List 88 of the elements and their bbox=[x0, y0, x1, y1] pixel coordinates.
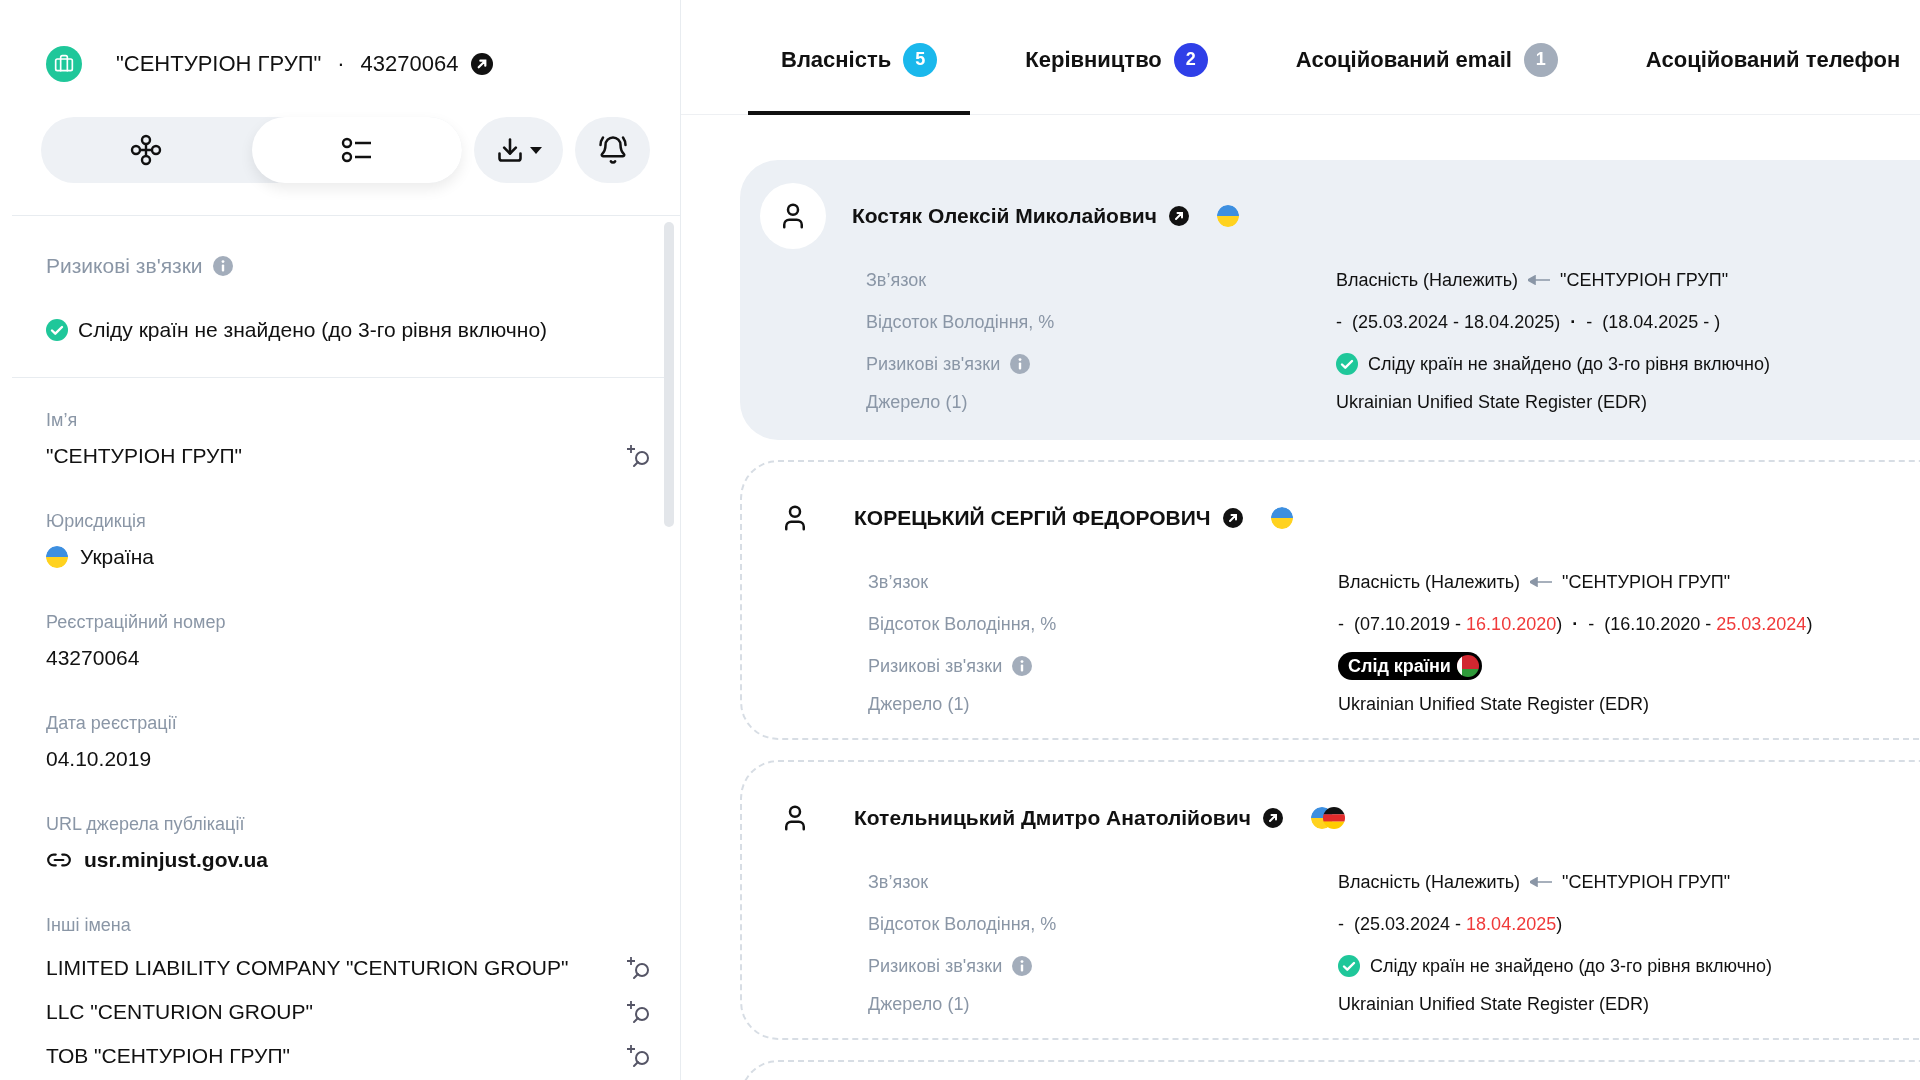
source-value: Ukrainian Unified State Register (EDR) bbox=[1336, 392, 1649, 413]
check-circle-icon bbox=[1338, 955, 1360, 977]
risk-status-text: Сліду країн не знайдено (до 3-го рівня включно) bbox=[1370, 955, 1773, 977]
row-label: Ризикові зв'язки bbox=[868, 955, 1003, 977]
title-separator: · bbox=[337, 50, 345, 77]
flag-icon bbox=[1322, 807, 1345, 829]
row-label: Джерело (1) bbox=[866, 392, 969, 413]
tab[interactable]: Керівництво 2 bbox=[992, 0, 1241, 115]
tab-count-badge: 1 bbox=[1523, 42, 1558, 77]
field-value: 04.10.2019 bbox=[46, 747, 153, 771]
ownership-period: - (25.03.2024 - 18.04.2025) bbox=[1336, 311, 1561, 333]
person-name: Костяк Олексій Миколайович bbox=[852, 204, 1157, 228]
relation-target: "СЕНТУРІОН ГРУП" bbox=[1562, 871, 1731, 893]
row-label: Відсоток Володіння, % bbox=[868, 613, 1058, 635]
field-value: "СЕНТУРІОН ГРУП" bbox=[46, 444, 243, 468]
relation-target: "СЕНТУРІОН ГРУП" bbox=[1560, 269, 1729, 291]
ownership-period: - (07.10.2019 - 16.10.2020) bbox=[1338, 613, 1563, 635]
flag-icon bbox=[46, 546, 68, 568]
ownership-period: - (18.04.2025 - ) bbox=[1586, 311, 1721, 333]
external-link-icon[interactable] bbox=[1168, 206, 1189, 226]
field-label: Юрисдикція bbox=[46, 511, 147, 532]
arrow-left-icon bbox=[1530, 577, 1553, 587]
field-label: Реєстраційний номер bbox=[46, 612, 227, 633]
row-label: Джерело (1) bbox=[868, 694, 971, 715]
field-label: Дата реєстрації bbox=[46, 713, 178, 734]
row-label: Зв’язок bbox=[868, 571, 930, 593]
other-name: LIMITED LIABILITY COMPANY "CENTURION GROUP" bbox=[46, 956, 570, 980]
download-icon bbox=[495, 136, 524, 164]
company-title: "СЕНТУРІОН ГРУП" bbox=[116, 50, 322, 77]
tab-count-badge: 2 bbox=[1173, 42, 1208, 77]
briefcase-icon bbox=[54, 53, 74, 74]
field-value: Україна bbox=[80, 545, 156, 569]
info-icon bbox=[1012, 956, 1033, 976]
country-trace-badge[interactable]: Слід країни bbox=[1338, 652, 1482, 680]
risk-status-text: Сліду країн не знайдено (до 3-го рівня включно) bbox=[1368, 353, 1771, 375]
external-link-icon[interactable] bbox=[1262, 808, 1283, 828]
field-value: 43270064 bbox=[46, 646, 141, 670]
search-add-icon[interactable] bbox=[626, 999, 652, 1025]
person-name: Котельницький Дмитро Анатолійович bbox=[854, 806, 1251, 830]
other-name: ТОВ "СЕНТУРІОН ГРУП" bbox=[46, 1044, 291, 1068]
info-icon bbox=[212, 256, 233, 276]
check-circle-icon bbox=[46, 319, 68, 341]
row-label: Ризикові зв'язки bbox=[868, 655, 1003, 677]
caret-icon bbox=[529, 146, 542, 154]
row-label: Зв’язок bbox=[868, 871, 930, 893]
flag-icon bbox=[1270, 507, 1293, 529]
person-name: КОРЕЦЬКИЙ СЕРГІЙ ФЕДОРОВИЧ bbox=[854, 506, 1211, 530]
info-icon bbox=[1010, 354, 1031, 374]
relation-target: "СЕНТУРІОН ГРУП" bbox=[1562, 571, 1731, 593]
tab[interactable]: Власність 5 bbox=[748, 0, 971, 115]
source-value: Ukrainian Unified State Register (EDR) bbox=[1338, 994, 1651, 1015]
field-label: Ім’я bbox=[46, 410, 79, 431]
period-separator: · bbox=[1572, 613, 1579, 635]
search-add-icon[interactable] bbox=[626, 1043, 652, 1069]
row-label: Зв’язок bbox=[866, 269, 928, 291]
company-code: 43270064 bbox=[360, 50, 459, 77]
flag-icon bbox=[1456, 655, 1479, 677]
relation-value: Власність (Належить) bbox=[1336, 269, 1519, 291]
tab[interactable]: Асоційований email 1 bbox=[1262, 0, 1591, 115]
external-link-icon[interactable] bbox=[470, 52, 493, 75]
row-label: Джерело (1) bbox=[868, 994, 971, 1015]
row-label: Відсоток Володіння, % bbox=[866, 311, 1056, 333]
field-label: URL джерела публікації bbox=[46, 814, 246, 835]
search-add-icon[interactable] bbox=[626, 443, 652, 469]
flag-icon bbox=[1216, 205, 1239, 227]
period-separator: · bbox=[1570, 311, 1577, 333]
row-label: Відсоток Володіння, % bbox=[868, 913, 1058, 935]
risk-label: Ризикові зв'язки bbox=[46, 254, 203, 278]
info-icon bbox=[1012, 656, 1033, 676]
arrow-left-icon bbox=[1530, 877, 1553, 887]
source-link[interactable]: usr.minjust.gov.ua bbox=[84, 848, 268, 872]
source-value: Ukrainian Unified State Register (EDR) bbox=[1338, 694, 1651, 715]
relation-value: Власність (Належить) bbox=[1338, 871, 1521, 893]
ownership-period: - (25.03.2024 - 18.04.2025) bbox=[1338, 913, 1563, 935]
ownership-period: - (16.10.2020 - 25.03.2024) bbox=[1588, 613, 1813, 635]
relation-value: Власність (Належить) bbox=[1338, 571, 1521, 593]
other-name: LLC "CENTURION GROUP" bbox=[46, 1000, 314, 1024]
arrow-left-icon bbox=[1528, 275, 1551, 285]
field-label: Інші імена bbox=[46, 915, 132, 936]
check-circle-icon bbox=[1336, 353, 1358, 375]
external-link-icon[interactable] bbox=[1222, 508, 1243, 528]
bell-icon bbox=[597, 135, 628, 165]
tab-count-badge: 5 bbox=[903, 42, 938, 77]
row-label: Ризикові зв'язки bbox=[866, 353, 1001, 375]
search-add-icon[interactable] bbox=[626, 955, 652, 981]
scrollbar[interactable] bbox=[664, 222, 674, 527]
tab[interactable]: Асоційований телефон bbox=[1612, 0, 1920, 115]
risk-status-text: Сліду країн не знайдено (до 3-го рівня включно) bbox=[78, 318, 548, 342]
